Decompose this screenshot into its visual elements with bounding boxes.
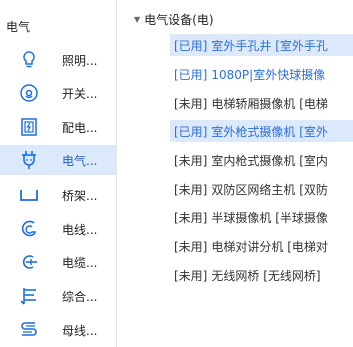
- sidebar-item-label: 配电...: [62, 120, 98, 135]
- tree-row[interactable]: [已用] 1080P|室外快球摄像: [170, 63, 353, 85]
- tree-root-node[interactable]: ▼ 电气设备(电): [134, 11, 214, 28]
- sidebar-item-label: 电线...: [62, 222, 98, 237]
- status-label: [未用]: [174, 268, 208, 283]
- status-label: [已用]: [174, 38, 208, 53]
- device-name: 室外手孔井 [室外手孔: [211, 38, 328, 53]
- device-name: 双防区网络主机 [双防: [211, 182, 328, 197]
- wire-icon: [18, 218, 40, 240]
- tree-row[interactable]: [未用] 电梯对讲分机 [电梯对: [170, 235, 353, 257]
- status-label: [已用]: [174, 124, 208, 139]
- sidebar-item-lighting[interactable]: 照明...: [0, 45, 116, 75]
- sidebar-item-wire[interactable]: 电线...: [0, 214, 116, 244]
- distribution-box-icon: [18, 116, 40, 138]
- tree-row[interactable]: [未用] 双防区网络主机 [双防: [170, 178, 353, 200]
- device-name: 半球摄像机 [半球摄像: [211, 210, 328, 225]
- tree-root-label: 电气设备(电): [144, 13, 214, 27]
- plug-icon: [18, 149, 40, 171]
- sidebar-item-electrical[interactable]: 电气...: [0, 145, 116, 175]
- sidebar-item-distribution[interactable]: 配电...: [0, 112, 116, 142]
- tree-row[interactable]: [未用] 室内枪式摄像机 [室内: [170, 149, 353, 171]
- tree-row[interactable]: [未用] 半球摄像机 [半球摄像: [170, 206, 353, 228]
- category-sidebar: 电气 照明... 开关... 配电... 电气... 桥架... 电线... 电…: [0, 0, 117, 347]
- device-tree: ▼ 电气设备(电) [已用] 室外手孔井 [室外手孔 [已用] 1080P|室外…: [117, 0, 353, 347]
- sidebar-item-cable[interactable]: 电缆...: [0, 247, 116, 277]
- sidebar-item-label: 母线...: [62, 323, 98, 338]
- sidebar-item-label: 开关...: [62, 86, 98, 101]
- status-label: [未用]: [174, 96, 208, 111]
- device-name: 电梯对讲分机 [电梯对: [211, 239, 328, 254]
- device-name: 无线网桥 [无线网桥]: [211, 268, 321, 283]
- sidebar-item-label: 照明...: [62, 53, 98, 68]
- tree-row[interactable]: [已用] 室外枪式摄像机 [室外: [170, 120, 353, 142]
- sidebar-item-switch[interactable]: 开关...: [0, 78, 116, 108]
- status-label: [已用]: [174, 67, 208, 82]
- sidebar-item-busbar[interactable]: 母线...: [0, 315, 116, 345]
- tree-row[interactable]: [已用] 室外手孔井 [室外手孔: [170, 34, 353, 56]
- sidebar-item-label: 桥架...: [62, 188, 98, 203]
- cable-tray-icon: [18, 184, 40, 206]
- device-name: 电梯轿厢摄像机 [电梯: [211, 96, 328, 111]
- switch-icon: [18, 82, 40, 104]
- sidebar-item-label: 综合...: [62, 289, 98, 304]
- lightbulb-icon: [18, 49, 40, 71]
- tree-row[interactable]: [未用] 电梯轿厢摄像机 [电梯: [170, 92, 353, 114]
- sidebar-item-label: 电气...: [62, 153, 98, 168]
- cable-icon: [18, 251, 40, 273]
- status-label: [未用]: [174, 239, 208, 254]
- sidebar-item-integrated[interactable]: 综合...: [0, 281, 116, 311]
- status-label: [未用]: [174, 210, 208, 225]
- integrated-icon: [18, 285, 40, 307]
- status-label: [未用]: [174, 182, 208, 197]
- device-name: 室外枪式摄像机 [室外: [211, 124, 328, 139]
- busbar-icon: [18, 319, 40, 341]
- sidebar-item-label: 电缆...: [62, 255, 98, 270]
- status-label: [未用]: [174, 153, 208, 168]
- tree-row[interactable]: [未用] 无线网桥 [无线网桥]: [170, 264, 353, 286]
- sidebar-item-cable-tray[interactable]: 桥架...: [0, 180, 116, 210]
- device-name: 1080P|室外快球摄像: [211, 67, 326, 82]
- sidebar-title: 电气: [6, 20, 31, 34]
- device-name: 室内枪式摄像机 [室内: [211, 153, 328, 168]
- caret-down-icon[interactable]: ▼: [134, 15, 140, 24]
